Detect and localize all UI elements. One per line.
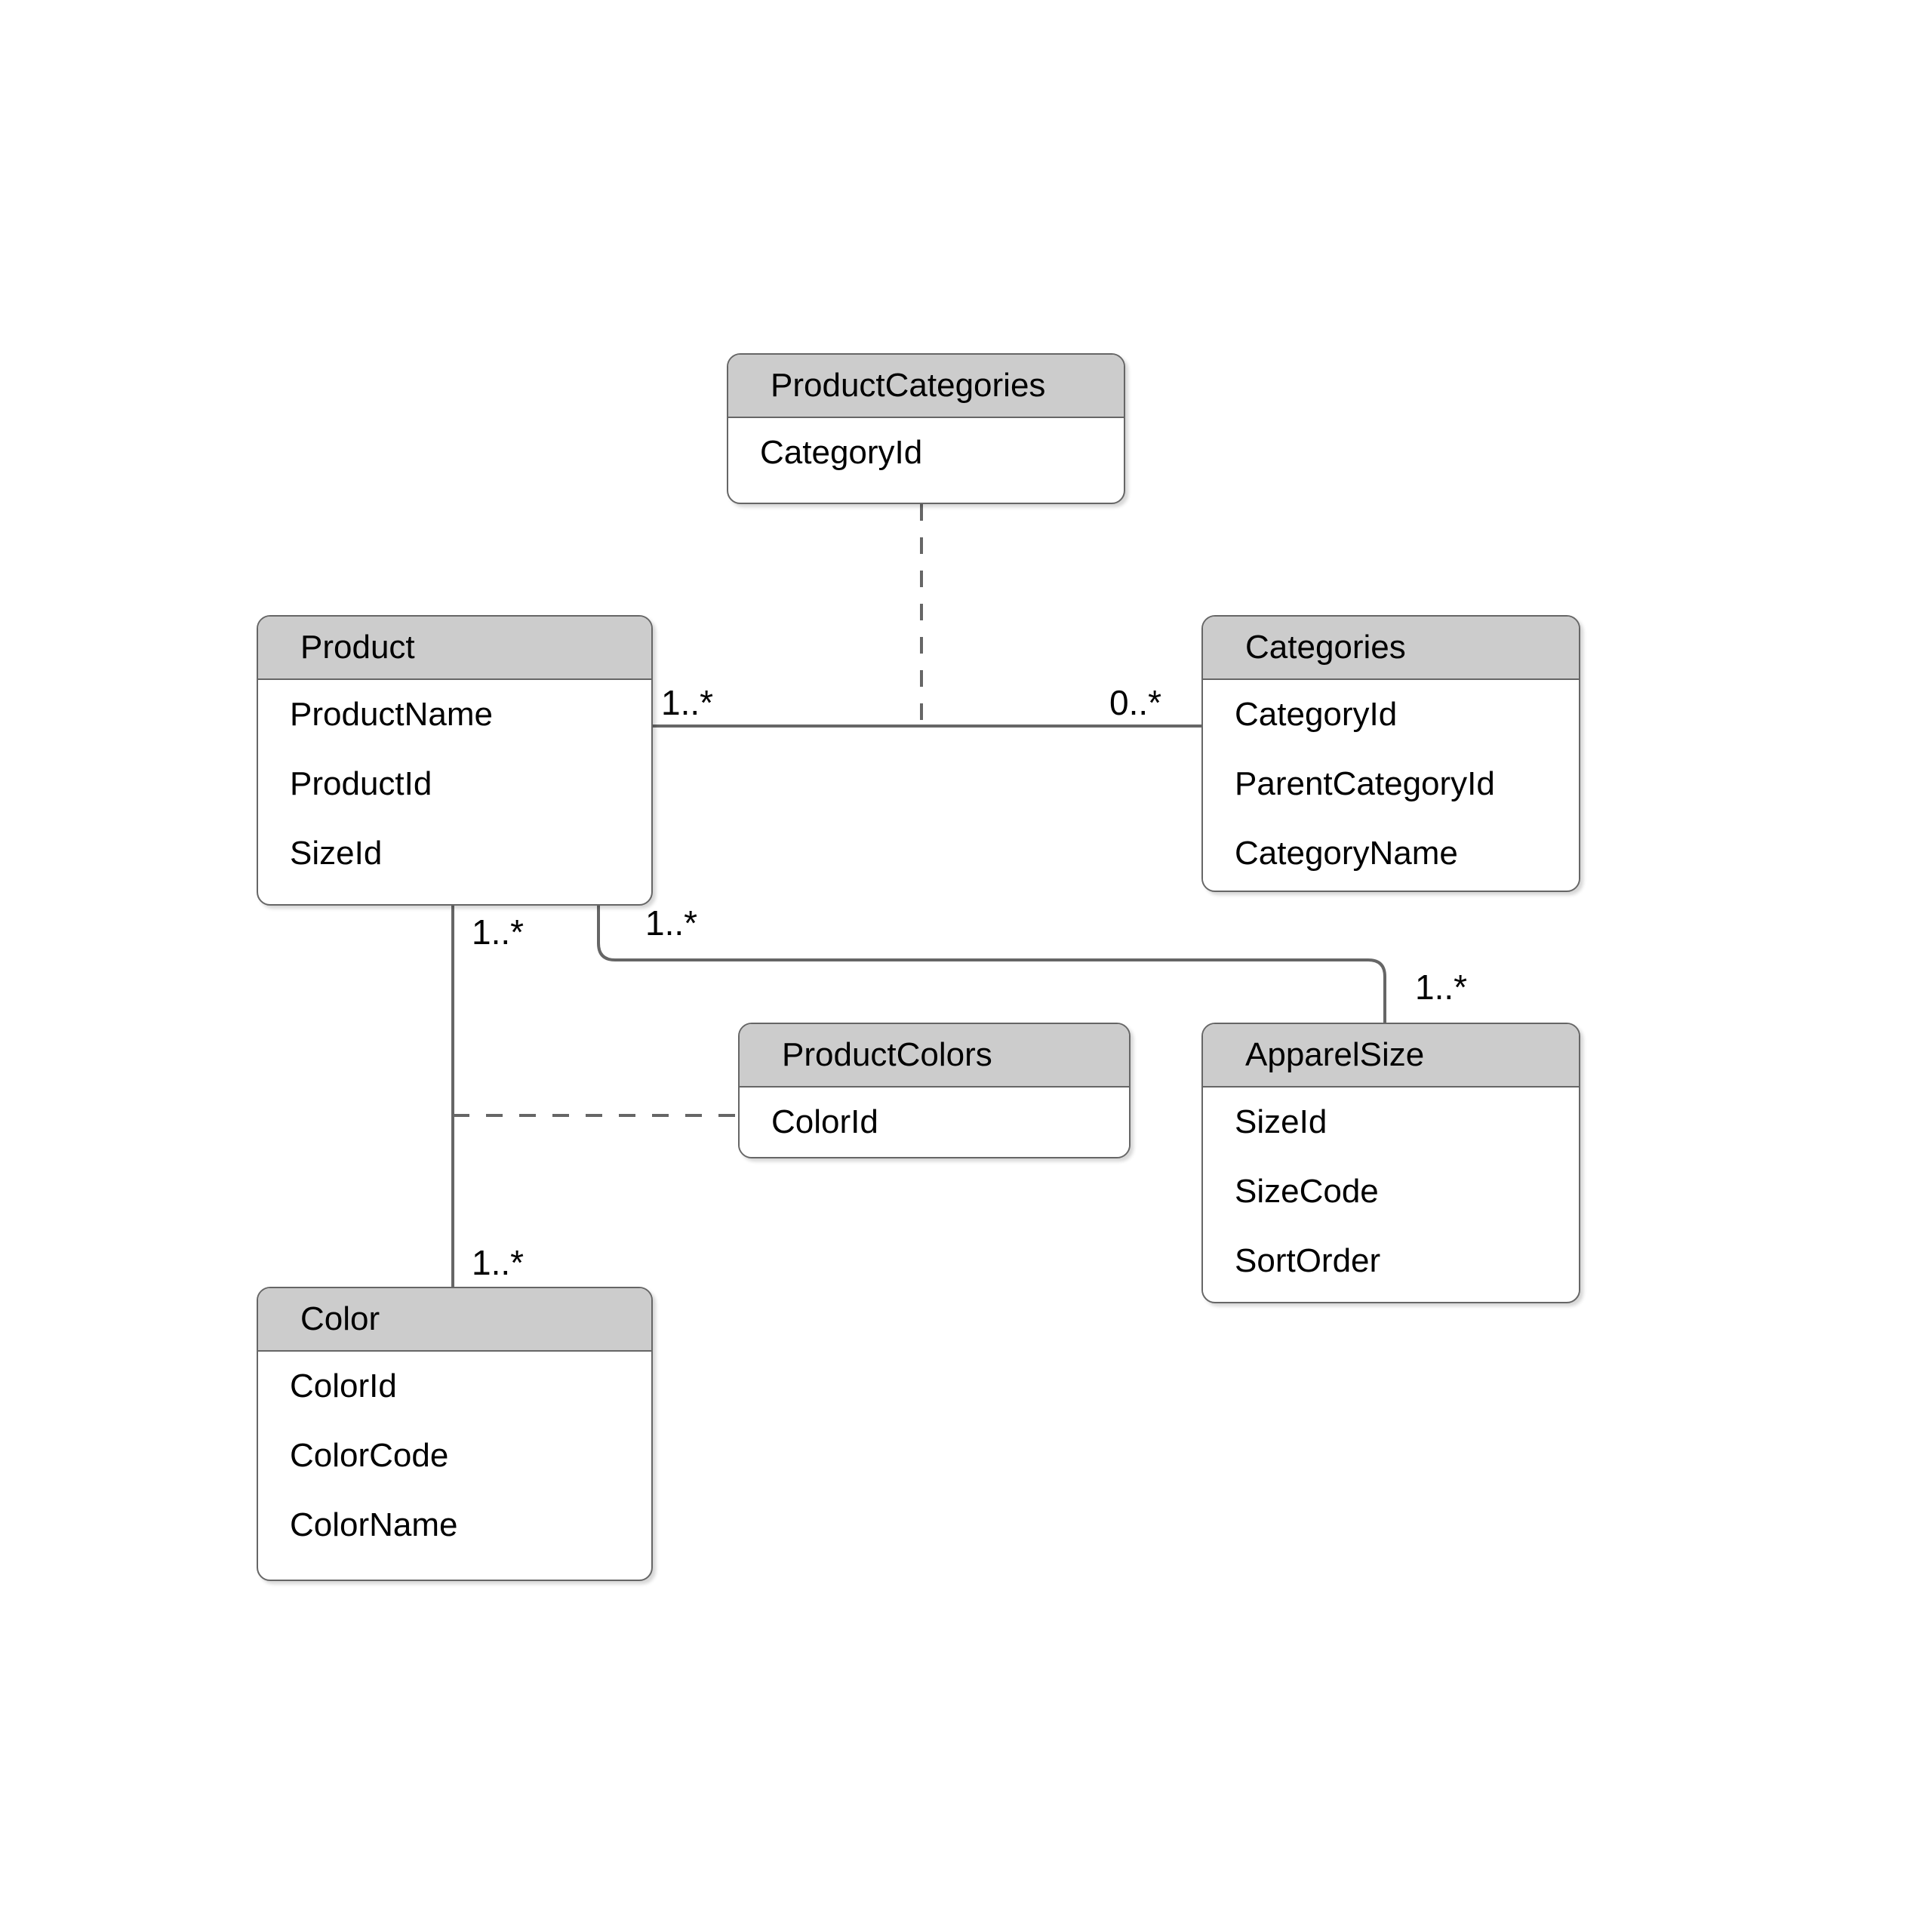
entity-title: Product: [258, 617, 651, 680]
entity-attributes: CategoryId: [728, 418, 1124, 488]
multiplicity-label-product-color-top: 1..*: [472, 912, 525, 952]
entity-product-colors[interactable]: ProductColors ColorId: [738, 1023, 1131, 1158]
attribute-row: SizeId: [1235, 1103, 1327, 1140]
attribute-row: CategoryId: [1235, 696, 1398, 733]
entity-title: ProductColors: [740, 1024, 1129, 1088]
entity-attributes: SizeId SizeCode SortOrder: [1203, 1088, 1579, 1296]
attribute-row: ColorId: [290, 1367, 397, 1404]
attribute-row: ColorName: [290, 1506, 458, 1543]
entity-title: Categories: [1203, 617, 1579, 680]
multiplicity-label-product-categories-right: 0..*: [1109, 683, 1162, 722]
diagram-canvas: ProductCategories CategoryId Product Pro…: [0, 0, 1932, 1932]
multiplicity-label-product-apparelsize-top: 1..*: [645, 903, 698, 943]
multiplicity-label-apparelsize-end: 1..*: [1415, 968, 1468, 1007]
attribute-row: ParentCategoryId: [1235, 765, 1495, 802]
attribute-row: SizeCode: [1235, 1173, 1379, 1210]
attribute-row: CategoryName: [1235, 835, 1458, 872]
connector-layer: [451, 504, 1386, 1287]
entity-attributes: ProductName ProductId SizeId: [258, 680, 651, 888]
attribute-row: ProductId: [290, 765, 432, 802]
entity-attributes: CategoryId ParentCategoryId CategoryName: [1203, 680, 1579, 888]
multiplicity-label-product-categories-left: 1..*: [661, 683, 714, 722]
entity-color[interactable]: Color ColorId ColorCode ColorName: [257, 1287, 653, 1581]
connector-product-apparelsize: [597, 906, 1386, 1023]
entity-attributes: ColorId ColorCode ColorName: [258, 1352, 651, 1560]
multiplicity-label-color-end: 1..*: [472, 1243, 525, 1282]
attribute-row: ProductName: [290, 696, 494, 733]
entity-title: ProductCategories: [728, 355, 1124, 418]
attribute-row: ColorCode: [290, 1437, 449, 1474]
entity-product-categories[interactable]: ProductCategories CategoryId: [727, 353, 1125, 504]
entity-apparel-size[interactable]: ApparelSize SizeId SizeCode SortOrder: [1201, 1023, 1580, 1303]
entity-title: Color: [258, 1288, 651, 1352]
attribute-row: CategoryId: [760, 434, 923, 471]
attribute-row: ColorId: [771, 1103, 878, 1140]
entity-attributes: ColorId: [740, 1088, 1129, 1157]
attribute-row: SizeId: [290, 835, 383, 872]
attribute-row: SortOrder: [1235, 1242, 1381, 1279]
entity-categories[interactable]: Categories CategoryId ParentCategoryId C…: [1201, 615, 1580, 892]
entity-title: ApparelSize: [1203, 1024, 1579, 1088]
entity-product[interactable]: Product ProductName ProductId SizeId: [257, 615, 653, 906]
